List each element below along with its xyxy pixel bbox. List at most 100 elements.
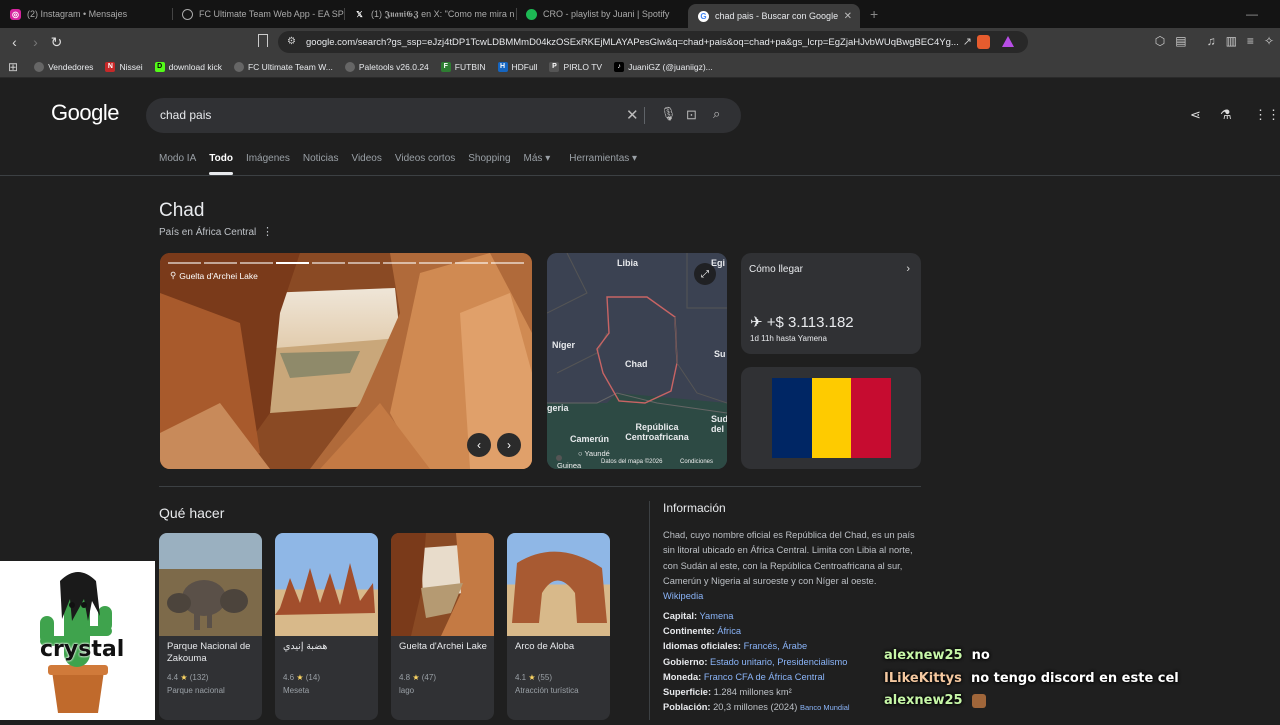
tiktok-icon: ♪ — [614, 61, 625, 72]
chevron-right-icon: › — [906, 263, 910, 275]
chat-text: no — [971, 648, 990, 663]
bookmark-download-kick[interactable]: Ddownload kick — [154, 61, 222, 72]
flight-duration: 1d 11h hasta Yamena — [750, 334, 827, 343]
chat-username: ILikeKittys — [884, 671, 962, 686]
search-box[interactable]: chad pais ✕ 🎙 ⊡ ⌕ — [146, 98, 741, 133]
kick-icon: D — [154, 61, 165, 72]
info-heading: Información — [663, 501, 726, 515]
info-paragraph: Chad, cuyo nombre oficial es República d… — [663, 528, 923, 604]
brave-rewards-icon[interactable] — [1002, 36, 1014, 47]
tab-label: FC Ultimate Team Web App - EA SPO — [199, 9, 344, 19]
tab-herramientas[interactable]: Herramientas ▾ — [569, 153, 637, 175]
bookmark-nissei[interactable]: N Nissei — [105, 61, 143, 72]
place-card-guelta[interactable]: Guelta d'Archei Lake 4.8 ★ (47) lago — [391, 533, 494, 720]
canyon-thumb-shapes — [391, 533, 494, 636]
tab-spotify[interactable]: CRO - playlist by Juani | Spotify — [516, 0, 688, 28]
microphone-icon[interactable]: 🎙 — [660, 106, 677, 122]
apps-icon[interactable]: ⋮⋮ — [1254, 107, 1280, 123]
nissei-icon: N — [105, 61, 116, 72]
site-info-icon[interactable]: ⚙ — [287, 36, 296, 47]
flag-card[interactable] — [741, 367, 921, 469]
star-icon: ★ — [528, 673, 536, 682]
bookmark-page-icon[interactable] — [258, 34, 268, 47]
column-divider — [649, 501, 650, 720]
map-label-sudan-sur: Sud del — [711, 414, 727, 434]
bookmark-paletools[interactable]: Paletools v26.0.24 — [344, 61, 429, 72]
tab-modo-ia[interactable]: Modo IA — [159, 153, 196, 175]
tab-imagenes[interactable]: Imágenes — [246, 153, 290, 175]
tab-videos[interactable]: Videos — [351, 153, 381, 175]
place-type: lago — [399, 686, 415, 695]
pirlo-icon: P — [549, 61, 560, 72]
place-card-aloba[interactable]: Arco de Aloba 4.1 ★ (55) Atracción turís… — [507, 533, 610, 720]
tab-shopping[interactable]: Shopping — [468, 153, 510, 175]
search-icon[interactable]: ⌕ — [713, 106, 720, 122]
new-tab-button[interactable]: + — [860, 6, 888, 22]
banco-mundial-link[interactable]: Banco Mundial — [800, 703, 850, 712]
more-options-icon[interactable]: ⋮ — [262, 225, 273, 238]
tab-google-search[interactable]: Gchad pais - Buscar con Google ✕ — [688, 4, 860, 28]
hdfull-icon: H — [497, 61, 508, 72]
url-bar[interactable]: ⚙ google.com/search?gs_ssp=eJzj4tDP1TcwL… — [278, 31, 1028, 53]
clear-icon[interactable]: ✕ — [626, 106, 639, 124]
chat-username: alexnew25 — [884, 693, 963, 708]
extensions-icon[interactable]: ⬡ — [1155, 34, 1165, 48]
carousel-prev-button[interactable]: ‹ — [467, 433, 491, 457]
search-input[interactable]: chad pais — [160, 108, 211, 122]
rating-value: 4.8 — [399, 673, 411, 682]
map-conditions-link[interactable]: Condiciones — [680, 459, 713, 465]
minimize-icon[interactable]: — — [1246, 7, 1280, 21]
labs-icon[interactable]: ⚗ — [1220, 107, 1232, 123]
bookmark-hdfull[interactable]: H HDFull — [497, 61, 538, 72]
expand-map-icon[interactable]: ⤢ — [694, 263, 716, 285]
bookmark-label: download kick — [168, 61, 222, 72]
brave-shield-icon[interactable] — [977, 35, 990, 49]
bookmark-label: Nissei — [119, 61, 143, 72]
fact-value-link[interactable]: Estado unitario, Presidencialismo — [710, 657, 847, 667]
close-tab-icon[interactable]: ✕ — [844, 11, 852, 22]
fact-value-link[interactable]: Yamena — [700, 611, 734, 621]
share-icon[interactable]: ↗ — [963, 35, 972, 48]
tab-todo[interactable]: Todo — [209, 153, 233, 175]
tab-noticias[interactable]: Noticias — [303, 153, 339, 175]
reading-list-icon[interactable]: ▤ — [1175, 34, 1186, 48]
lens-icon[interactable]: ⊡ — [686, 107, 697, 123]
yaunde-text: Yaundé — [584, 449, 610, 458]
media-icon[interactable]: ♫ — [1207, 34, 1216, 48]
back-icon[interactable]: ‹ — [4, 34, 25, 50]
apps-grid-icon[interactable]: ⊞ — [8, 60, 18, 74]
kp-title: Chad — [159, 200, 205, 221]
directions-card[interactable]: Cómo llegar › ✈ +$ 3.113.182 1d 11h hast… — [741, 253, 921, 354]
bookmark-tiktok[interactable]: ♪ JuaniGZ (@juaniigz)... — [614, 61, 713, 72]
tab-mas[interactable]: Más ▾ — [524, 153, 551, 175]
tab-label: CRO - playlist by Juani | Spotify — [543, 9, 670, 19]
tab-x[interactable]: 𝕏 (1) 𝕵𝖚𝖆𝖓𝖎𝕲𝖅 en X: "Como me mira n — [344, 0, 516, 28]
share-icon[interactable]: ⋖ — [1190, 107, 1201, 123]
wikipedia-link[interactable]: Wikipedia — [663, 591, 703, 601]
kp-map[interactable]: Libia Egi Níger Chad Su geria Camerún Re… — [547, 253, 727, 469]
map-label-niger: Níger — [552, 340, 576, 350]
toolbar-right: ⬡ ▤ ♫ ▥ ≡ ✧ — [1155, 34, 1274, 48]
kp-photo-carousel[interactable]: ⚲ Guelta d'Archei Lake ‹ › — [160, 253, 532, 469]
bookmark-fc-ultimate[interactable]: FC Ultimate Team W... — [233, 61, 333, 72]
airplane-icon: ✈ — [750, 314, 763, 331]
tab-instagram[interactable]: ◎ (2) Instagram • Mensajes — [0, 0, 172, 28]
sidebar-icon[interactable]: ▥ — [1226, 34, 1237, 48]
place-card-zakouma[interactable]: Parque Nacional de Zakouma 4.4 ★ (132) P… — [159, 533, 262, 720]
bookmark-vendedores[interactable]: Vendedores — [34, 61, 93, 72]
fact-value-link[interactable]: Franco CFA de África Central — [704, 672, 825, 682]
leo-icon[interactable]: ✧ — [1264, 34, 1274, 48]
menu-icon[interactable]: ≡ — [1247, 34, 1254, 48]
place-card-ennedi[interactable]: هضبة إنيدي 4.6 ★ (14) Meseta — [275, 533, 378, 720]
fact-value-link[interactable]: África — [717, 626, 741, 636]
bookmark-futbin[interactable]: F FUTBIN — [440, 61, 486, 72]
tab-fc-ultimate[interactable]: FC Ultimate Team Web App - EA SPO — [172, 0, 344, 28]
carousel-next-button[interactable]: › — [497, 433, 521, 457]
forward-icon[interactable]: › — [25, 34, 46, 50]
bookmark-pirlo-tv[interactable]: P PIRLO TV — [549, 61, 602, 72]
bookmark-label: HDFull — [511, 61, 538, 72]
tab-videos-cortos[interactable]: Videos cortos — [395, 153, 455, 175]
reload-icon[interactable]: ↻ — [46, 34, 67, 51]
google-logo[interactable]: Google — [51, 100, 119, 126]
fact-value-link[interactable]: Francés, Árabe — [744, 641, 808, 651]
